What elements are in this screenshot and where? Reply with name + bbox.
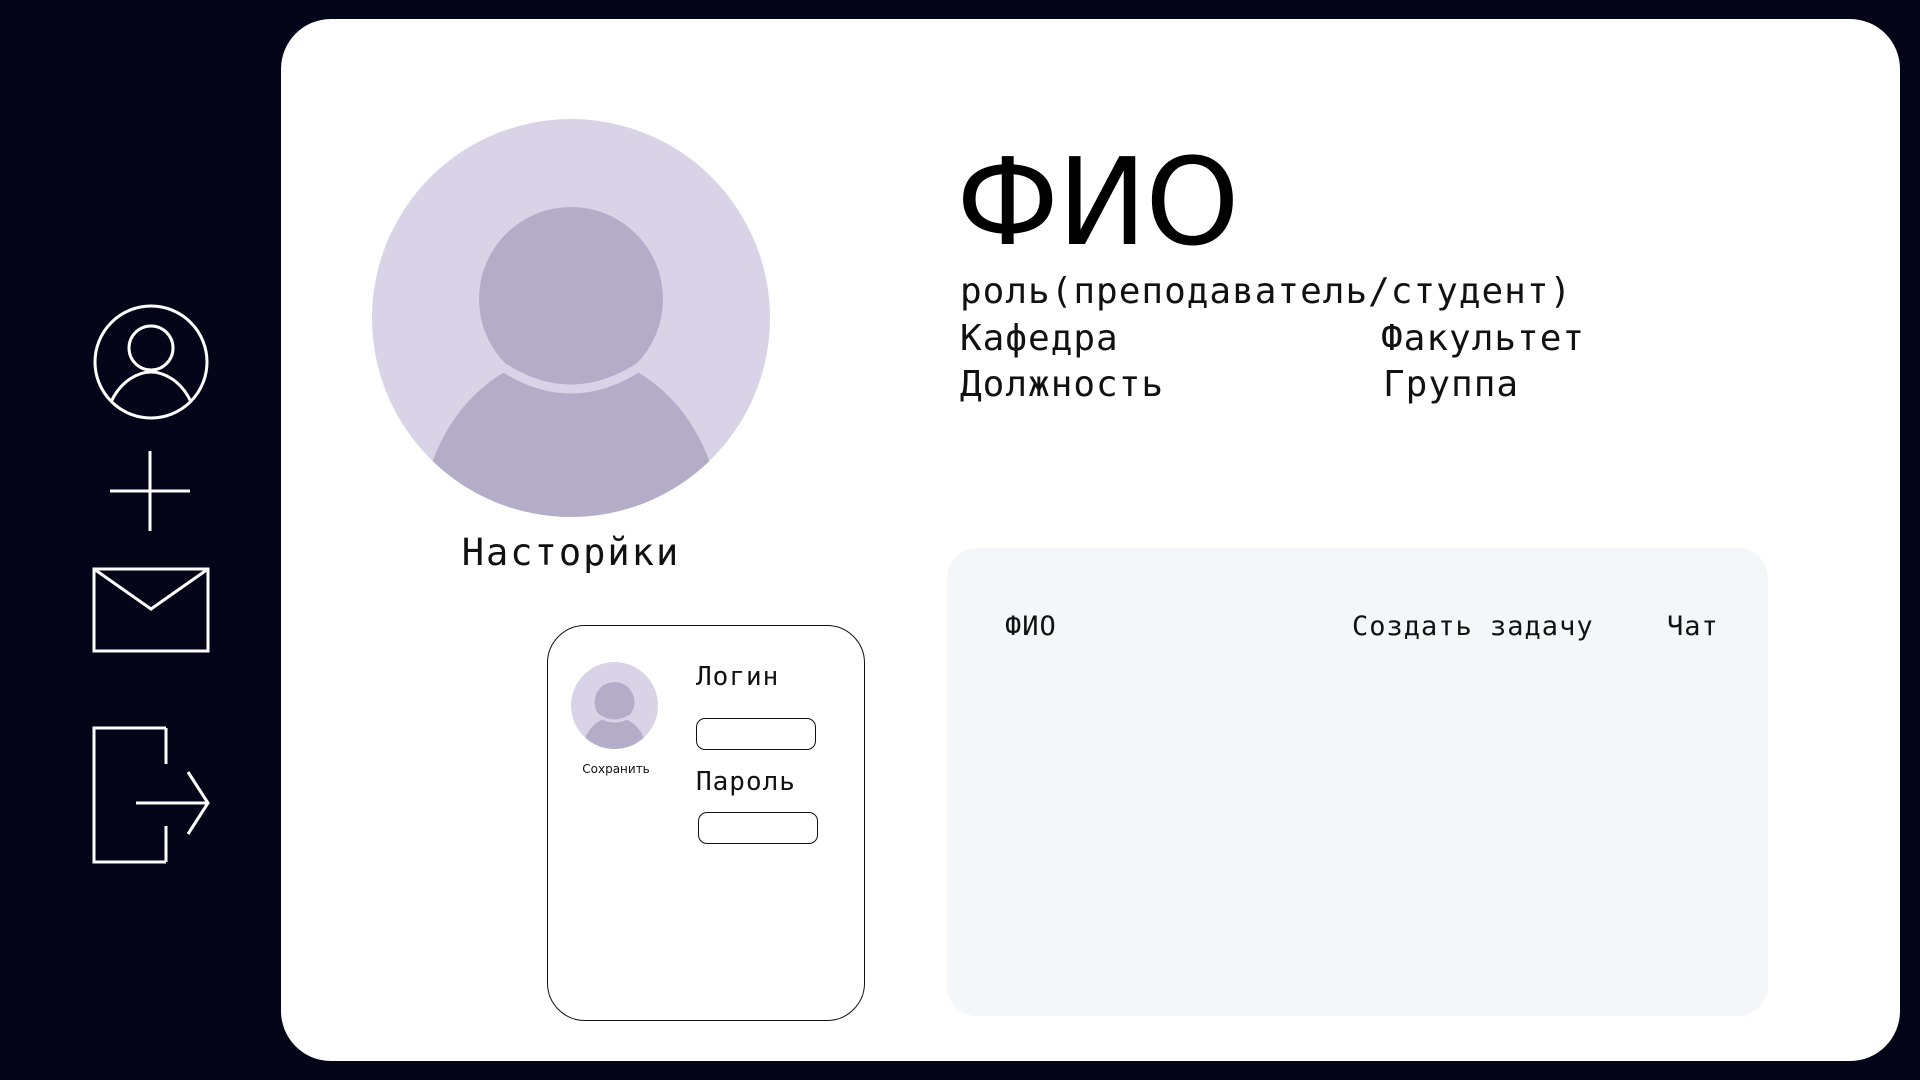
profile-nav-button[interactable] bbox=[91, 302, 211, 422]
profile-faculty: Факультет bbox=[1381, 318, 1586, 359]
password-input[interactable] bbox=[698, 812, 818, 844]
profile-role: роль(преподаватель/студент) bbox=[960, 271, 1573, 312]
profile-name: ФИО bbox=[956, 134, 1240, 273]
user-circle-icon bbox=[93, 304, 209, 420]
create-task-button[interactable]: Создать задачу bbox=[1352, 613, 1594, 640]
main-panel: Насторйки ФИО роль(преподаватель/студент… bbox=[281, 19, 1900, 1061]
mail-icon bbox=[92, 567, 210, 653]
avatar-placeholder-icon bbox=[571, 662, 658, 749]
login-label: Логин bbox=[696, 662, 780, 692]
login-input[interactable] bbox=[696, 718, 816, 750]
save-button[interactable]: Сохранить bbox=[548, 762, 684, 776]
logout-icon bbox=[92, 726, 210, 864]
profile-group: Группа bbox=[1383, 364, 1520, 405]
password-label: Пароль bbox=[696, 767, 796, 797]
settings-card: Сохранить Логин Пароль bbox=[547, 625, 865, 1021]
chat-button[interactable]: Чат bbox=[1667, 613, 1719, 640]
settings-link[interactable]: Насторйки bbox=[391, 531, 751, 574]
profile-position: Должность bbox=[960, 364, 1165, 405]
settings-avatar[interactable] bbox=[571, 662, 658, 749]
avatar-placeholder-icon bbox=[372, 119, 770, 517]
tasks-panel: ФИО Создать задачу Чат bbox=[947, 548, 1768, 1016]
sidebar bbox=[0, 0, 281, 1080]
add-button[interactable] bbox=[108, 449, 192, 533]
messages-button[interactable] bbox=[92, 567, 210, 653]
logout-button[interactable] bbox=[92, 726, 212, 864]
profile-avatar bbox=[372, 119, 770, 517]
column-header-name: ФИО bbox=[1005, 611, 1057, 642]
plus-icon bbox=[110, 451, 190, 531]
profile-department: Кафедра bbox=[960, 318, 1119, 359]
